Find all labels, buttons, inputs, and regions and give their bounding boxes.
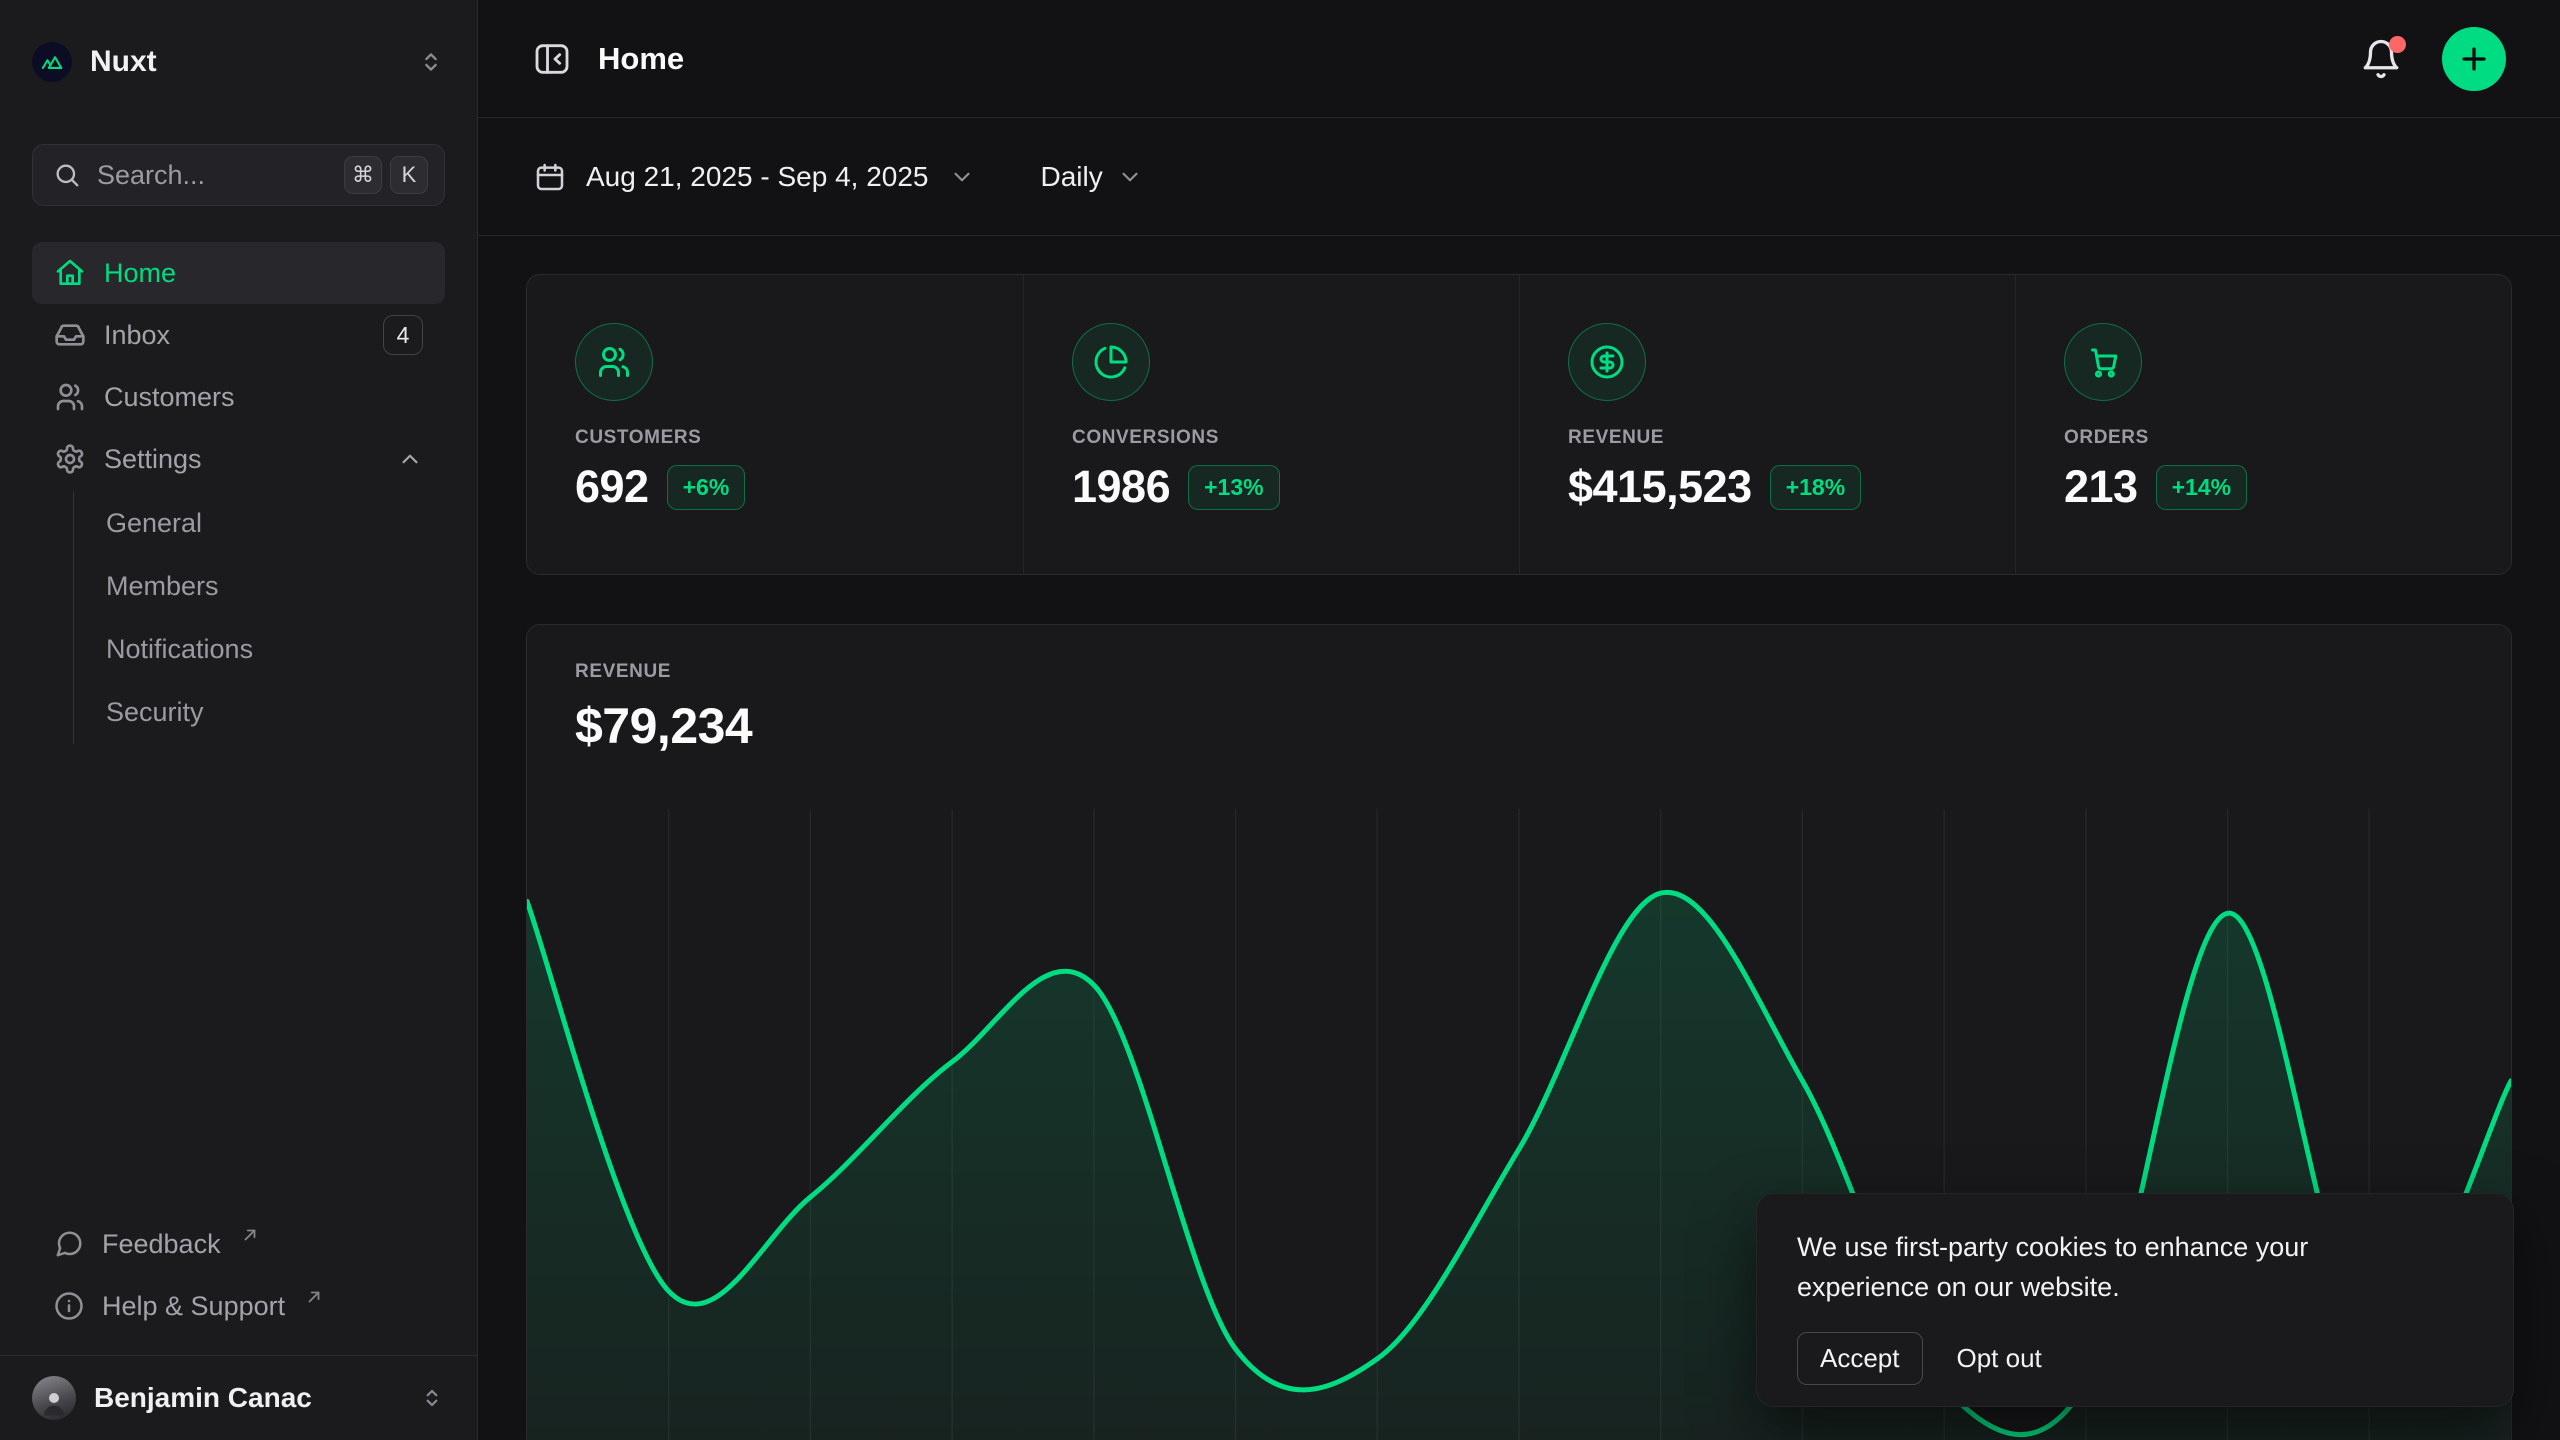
calendar-icon (534, 161, 566, 193)
stat-card-customers[interactable]: CUSTOMERS 692 +6% (527, 275, 1023, 574)
chevron-down-icon (1117, 164, 1143, 190)
sidebar-item-members[interactable]: Members (106, 555, 445, 618)
sidebar-item-customers[interactable]: Customers (32, 366, 445, 428)
revenue-chart-value: $79,234 (575, 697, 2463, 755)
stat-label: REVENUE (1568, 427, 2015, 449)
external-link-icon (241, 1226, 259, 1244)
stats-cards: CUSTOMERS 692 +6% CONVERSIONS 1986 (526, 274, 2512, 575)
notification-dot (2389, 36, 2406, 53)
users-icon (54, 381, 86, 413)
stat-delta-badge: +6% (667, 465, 746, 510)
kbd-cmd: ⌘ (344, 156, 382, 194)
sidebar-footer-nav: Feedback Help & Support (0, 1213, 477, 1355)
date-range-picker[interactable]: Aug 21, 2025 - Sep 4, 2025 (534, 161, 975, 193)
page-title: Home (598, 41, 684, 77)
settings-subnav: General Members Notifications Security (73, 492, 445, 744)
sidebar-item-home[interactable]: Home (32, 242, 445, 304)
chevron-up-down-icon (419, 1385, 445, 1411)
opt-out-button[interactable]: Opt out (1957, 1343, 2042, 1374)
stat-label: CONVERSIONS (1072, 427, 1519, 449)
search-shortcut: ⌘ K (344, 156, 428, 194)
stat-value: $415,523 (1568, 461, 1752, 513)
sidebar-item-label: Customers (104, 382, 235, 413)
chat-bubble-icon (54, 1229, 84, 1259)
notifications-button[interactable] (2360, 38, 2402, 80)
page-header: Home (478, 0, 2560, 118)
inbox-icon (54, 319, 86, 351)
search-input[interactable]: Search... ⌘ K (32, 144, 445, 206)
dollar-circle-icon (1568, 323, 1646, 401)
feedback-link[interactable]: Feedback (32, 1213, 445, 1275)
sidebar-item-notifications[interactable]: Notifications (106, 618, 445, 681)
sidebar-item-inbox[interactable]: Inbox 4 (32, 304, 445, 366)
sidebar-nav: Home Inbox 4 C (0, 242, 477, 744)
sidebar-item-label: Home (104, 258, 176, 289)
stat-card-orders[interactable]: ORDERS 213 +14% (2015, 275, 2511, 574)
stat-card-conversions[interactable]: CONVERSIONS 1986 +13% (1023, 275, 1519, 574)
avatar (32, 1376, 76, 1420)
cookie-message: We use first-party cookies to enhance yo… (1797, 1228, 2437, 1308)
chevron-up-icon (397, 446, 423, 472)
stat-label: ORDERS (2064, 427, 2511, 449)
nuxt-logo-icon (32, 42, 72, 82)
external-link-icon (305, 1288, 323, 1306)
revenue-chart-label: REVENUE (575, 661, 2463, 683)
granularity-value: Daily (1041, 161, 1103, 193)
info-circle-icon (54, 1291, 84, 1321)
search-icon (53, 161, 81, 189)
stat-delta-badge: +13% (1188, 465, 1279, 510)
stat-delta-badge: +18% (1770, 465, 1861, 510)
stat-label: CUSTOMERS (575, 427, 1023, 449)
sidebar: Nuxt Search... ⌘ K (0, 0, 478, 1440)
granularity-select[interactable]: Daily (1041, 161, 1143, 193)
sidebar-item-security[interactable]: Security (106, 681, 445, 744)
accept-button[interactable]: Accept (1797, 1332, 1923, 1385)
chevron-up-down-icon (417, 48, 445, 76)
gear-icon (54, 443, 86, 475)
chevron-down-icon (949, 164, 975, 190)
collapse-sidebar-icon[interactable] (532, 39, 572, 79)
stat-card-revenue[interactable]: REVENUE $415,523 +18% (1519, 275, 2015, 574)
add-button[interactable] (2442, 27, 2506, 91)
stat-delta-badge: +14% (2156, 465, 2247, 510)
kbd-k: K (390, 156, 428, 194)
app-window: Nuxt Search... ⌘ K (0, 0, 2560, 1440)
search-placeholder: Search... (97, 160, 205, 191)
user-menu[interactable]: Benjamin Canac (0, 1355, 477, 1440)
cart-icon (2064, 323, 2142, 401)
stat-value: 213 (2064, 461, 2138, 513)
sidebar-item-general[interactable]: General (106, 492, 445, 555)
users-icon (575, 323, 653, 401)
user-name: Benjamin Canac (94, 1382, 312, 1414)
home-icon (54, 257, 86, 289)
date-range-value: Aug 21, 2025 - Sep 4, 2025 (586, 161, 929, 193)
filters-toolbar: Aug 21, 2025 - Sep 4, 2025 Daily (478, 118, 2560, 236)
workspace-switcher[interactable]: Nuxt (0, 0, 477, 82)
sidebar-item-settings[interactable]: Settings (32, 428, 445, 490)
stat-value: 1986 (1072, 461, 1170, 513)
sidebar-item-label: Inbox (104, 320, 170, 351)
workspace-name: Nuxt (90, 45, 157, 79)
sidebar-item-label: Settings (104, 444, 202, 475)
pie-chart-icon (1072, 323, 1150, 401)
stat-value: 692 (575, 461, 649, 513)
help-support-link[interactable]: Help & Support (32, 1275, 445, 1337)
cookie-banner: We use first-party cookies to enhance yo… (1756, 1193, 2514, 1407)
inbox-count-badge: 4 (383, 315, 423, 355)
